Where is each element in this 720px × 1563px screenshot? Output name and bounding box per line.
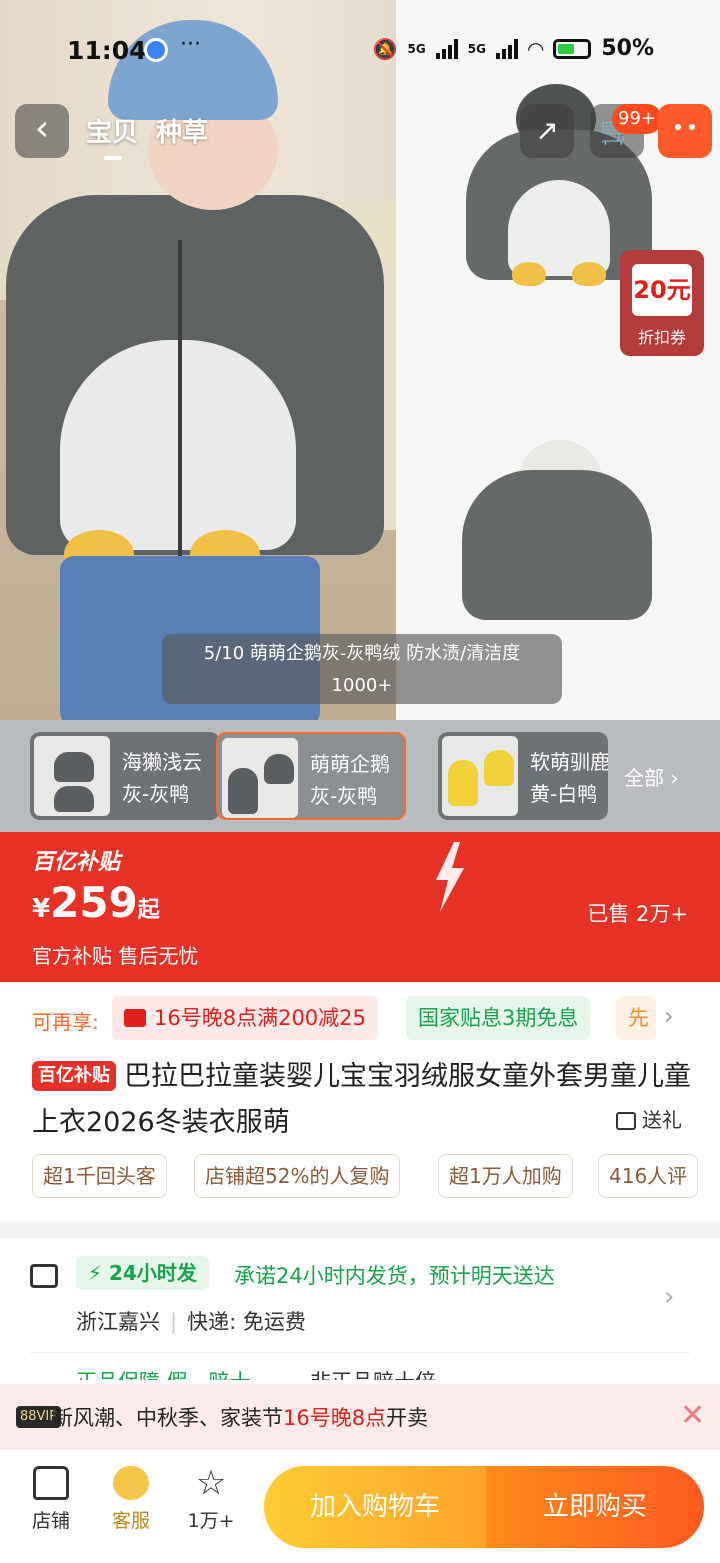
coupon-chip[interactable]: 16号晚8点满200减25 bbox=[112, 996, 378, 1040]
service-tags: 官方补贴 售后无忧 bbox=[32, 944, 199, 968]
sold-count: 已售 2万+ bbox=[587, 902, 688, 926]
shipping-info[interactable]: ⚡ 24小时发 承诺24小时内发货，预计明天送达 浙江嘉兴 | 快递: 免运费 › … bbox=[0, 1238, 720, 1380]
installment-chip[interactable]: 国家贴息3期免息 bbox=[406, 996, 591, 1040]
ship-promise: 承诺24小时内发货，预计明天送达 bbox=[234, 1264, 555, 1288]
favorite-button[interactable]: ☆ 1万+ bbox=[176, 1466, 246, 1533]
guarantee-peek-detail: 非正品赔十倍 bbox=[310, 1366, 436, 1380]
view-all-skus[interactable]: 全部 › bbox=[624, 762, 678, 791]
gift-button[interactable]: 送礼 bbox=[616, 1104, 682, 1133]
fast-ship-tag: ⚡ 24小时发 bbox=[76, 1256, 209, 1290]
bottom-action-bar: 店铺 客服 ☆ 1万+ 加入购物车 立即购买 bbox=[0, 1450, 720, 1563]
back-button[interactable]: ‹ bbox=[15, 104, 69, 158]
sku-option[interactable]: 软萌驯鹿 黄-白鸭 bbox=[438, 732, 608, 820]
section-divider bbox=[0, 1222, 720, 1238]
tab-reviews[interactable]: 种草 bbox=[156, 112, 208, 149]
message-button[interactable] bbox=[658, 104, 712, 158]
feature-tag: 416人评 bbox=[598, 1154, 699, 1198]
sku-thumbnail bbox=[442, 736, 518, 816]
cart-count-badge: 99+ bbox=[612, 104, 662, 134]
price-banner: 百亿补贴 ¥259起 已售 2万+ 官方补贴 售后无忧 bbox=[0, 832, 720, 982]
ship-origin: 浙江嘉兴 | 快递: 免运费 bbox=[76, 1310, 306, 1334]
chevron-right-icon: › bbox=[670, 766, 679, 790]
promo-notice-bar[interactable]: 88VIP 新风潮、中秋季、家装节16号晚8点开卖 ✕ bbox=[0, 1384, 720, 1450]
product-title: 百亿补贴 巴拉巴拉童装婴儿宝宝羽绒服女童外套男童儿童上衣2026冬装衣服萌 bbox=[32, 1061, 691, 1138]
share-icon: ↗ bbox=[535, 114, 559, 147]
ticket-icon bbox=[124, 1009, 146, 1027]
chevron-right-icon[interactable]: › bbox=[664, 1002, 674, 1030]
shop-icon bbox=[33, 1466, 69, 1500]
shop-button[interactable]: 店铺 bbox=[16, 1466, 86, 1533]
chevron-left-icon: ‹ bbox=[34, 108, 50, 149]
sku-option[interactable]: 海獭浅云 灰-灰鸭 bbox=[30, 732, 220, 820]
tab-item[interactable]: 宝贝 bbox=[86, 112, 138, 160]
top-nav: ‹ 宝贝 种草 ↗ 🛒 99+ bbox=[0, 100, 720, 160]
subsidy-logo: 百亿补贴 bbox=[32, 850, 121, 875]
feature-tag: 超1千回头客 bbox=[32, 1154, 167, 1198]
sku-selector: 海獭浅云 灰-灰鸭 萌萌企鹅 灰-灰鸭 软萌驯鹿 黄-白鸭 全部 › bbox=[0, 720, 720, 832]
feature-tag: 超1万人加购 bbox=[438, 1154, 573, 1198]
notice-text: 新风潮、中秋季、家装节16号晚8点开卖 bbox=[52, 1406, 429, 1430]
promo-label: 可再享: bbox=[32, 1010, 99, 1034]
coupon-label: 折扣券 bbox=[637, 328, 686, 347]
battery-level: 50% bbox=[601, 36, 654, 61]
feature-tag: 店铺超52%的人复购 bbox=[194, 1154, 401, 1198]
buy-now-button[interactable]: 立即购买 bbox=[486, 1466, 704, 1548]
gift-icon bbox=[616, 1112, 636, 1130]
close-icon[interactable]: ✕ bbox=[680, 1398, 705, 1433]
price: ¥259起 bbox=[32, 878, 160, 927]
chevron-right-icon: › bbox=[664, 1282, 675, 1312]
guarantee-peek: 正品保障·假一赔十 bbox=[76, 1366, 251, 1380]
mute-icon: 🔕 bbox=[372, 36, 398, 61]
promo-row[interactable]: 可再享: 16号晚8点满200减25 国家贴息3期免息 先 › bbox=[0, 994, 720, 1044]
sku-thumbnail bbox=[34, 736, 110, 816]
coupon-amount: 20元 bbox=[632, 264, 692, 316]
customer-service-button[interactable]: 客服 bbox=[96, 1466, 166, 1533]
star-icon: ☆ bbox=[195, 1463, 227, 1503]
add-to-cart-button[interactable]: 加入购物车 bbox=[264, 1466, 486, 1548]
status-bar: 11:04 ··· 🔕 5G 5G ◠ 50% bbox=[67, 32, 654, 65]
promo-chip-partial[interactable]: 先 bbox=[616, 996, 656, 1040]
feature-tags: 超1千回头客 店铺超52%的人复购 超1万人加购 416人评 bbox=[32, 1154, 720, 1200]
more-notifications-icon: ··· bbox=[180, 32, 201, 57]
subsidy-badge: 百亿补贴 bbox=[32, 1061, 116, 1091]
signal-icon bbox=[435, 38, 458, 59]
sku-option-selected[interactable]: 萌萌企鹅 灰-灰鸭 bbox=[216, 732, 406, 820]
truck-icon bbox=[30, 1264, 58, 1288]
lightning-icon bbox=[436, 842, 464, 912]
share-button[interactable]: ↗ bbox=[520, 104, 574, 158]
image-caption: 5/10 萌萌企鹅灰-灰鸭绒 防水渍/清洁度 1000+ bbox=[162, 634, 562, 704]
clock: 11:04 bbox=[67, 36, 147, 65]
discount-coupon-float[interactable]: 20元 折扣券 bbox=[620, 250, 704, 356]
wifi-icon: ◠ bbox=[527, 36, 544, 61]
app-notification-icon bbox=[144, 38, 168, 62]
battery-icon bbox=[553, 38, 592, 59]
customer-service-icon bbox=[113, 1466, 149, 1500]
signal-icon-2 bbox=[495, 38, 518, 59]
sku-thumbnail bbox=[222, 738, 298, 818]
